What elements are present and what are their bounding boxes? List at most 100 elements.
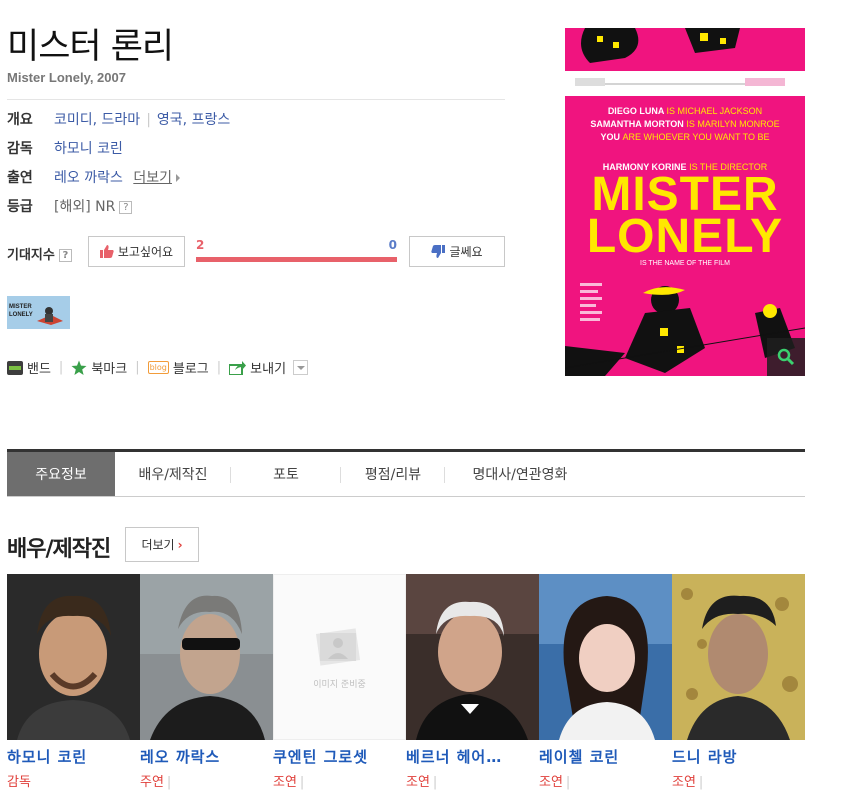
person-role: 조연 (539, 775, 563, 790)
movie-subtitle: Mister Lonely, 2007 (7, 70, 126, 85)
person-name[interactable]: 레이첼 코린 (539, 746, 672, 767)
poster-title-2: LONELY (586, 210, 784, 263)
person-photo[interactable] (539, 574, 672, 740)
expectation-label: 기대지수 (7, 248, 55, 263)
band-icon (7, 360, 23, 375)
person-photo-placeholder[interactable]: 이미지 준비중 (273, 574, 406, 740)
separator: | (565, 775, 571, 790)
person-role: 조연 (406, 775, 430, 790)
cast-card[interactable]: 레이첼 코린 조연 | (539, 574, 672, 790)
separator: | (698, 775, 704, 790)
tab-main-info[interactable]: 주요정보 (7, 452, 115, 496)
separator: | (58, 360, 64, 375)
genre-link[interactable]: 코미디, 드라마 (54, 112, 140, 128)
thumbs-down-icon (431, 245, 446, 258)
tab-reviews[interactable]: 평점/리뷰 (341, 452, 445, 496)
dislike-label: 글쎄요 (449, 245, 483, 259)
person-role: 조연 (273, 775, 297, 790)
band-label: 밴드 (27, 362, 51, 377)
bookmark-label: 북마크 (91, 362, 128, 377)
overview-label: 개요 (7, 112, 33, 128)
poster-thumbnail[interactable]: MISTER LONELY (7, 291, 70, 335)
want-bar-fill (196, 257, 397, 262)
placeholder-text: 이미지 준비중 (313, 680, 366, 690)
tab-cast-crew[interactable]: 배우/제작진 (115, 452, 231, 496)
cast-link[interactable]: 레오 까락스 (54, 170, 123, 186)
person-role-row: 주연 | (140, 771, 273, 790)
separator: | (216, 360, 222, 375)
movie-title: 미스터 론리 (7, 27, 174, 67)
director-link[interactable]: 하모니 코린 (54, 141, 123, 157)
cast-card[interactable]: 베르너 헤어… 조연 | (406, 574, 539, 790)
help-icon[interactable]: ? (58, 249, 72, 262)
person-role-row: 조연 | (539, 771, 672, 790)
person-role-row: 조연 | (672, 771, 805, 790)
cast-card[interactable]: 레오 까락스 주연 | (140, 574, 273, 790)
person-name[interactable]: 쿠엔틴 그로셋 (273, 746, 406, 767)
thumbs-up-icon (99, 245, 114, 258)
person-photo[interactable] (7, 574, 140, 740)
blog-share[interactable]: blog 블로그 (147, 358, 209, 377)
zoom-button[interactable] (767, 338, 805, 376)
person-name[interactable]: 드니 라방 (672, 746, 805, 767)
poster-credit-1: DIEGO LUNA IS MICHAEL JACKSON (607, 106, 763, 116)
rating-row: 등급 [해외] NR? (7, 196, 133, 216)
director-label: 감독 (7, 141, 33, 157)
country-link[interactable]: 영국, 프랑스 (157, 112, 230, 128)
help-icon[interactable]: ? (119, 200, 133, 214)
arrow-right-icon (175, 174, 180, 182)
poster-credit-3: YOU ARE WHOEVER YOU WANT TO BE (600, 132, 770, 142)
rating-value: [해외] NR (54, 199, 116, 215)
blog-label: 블로그 (172, 362, 209, 377)
share-bar: 밴드 | 북마크 | blog 블로그 | 보내기 (7, 358, 309, 377)
section-title: 배우/제작진 (7, 537, 111, 562)
star-icon (71, 360, 87, 375)
more-button[interactable]: 더보기 › (125, 527, 199, 562)
cast-more-link[interactable]: 더보기 (133, 170, 172, 186)
send-label: 보내기 (250, 362, 287, 377)
person-role-row: 조연 | (406, 771, 539, 790)
tab-photo[interactable]: 포토 (231, 452, 341, 496)
send-share[interactable]: 보내기 (229, 358, 309, 377)
thumbnail-title: MISTER LONELY (9, 304, 33, 318)
poster-credit-2: SAMANTHA MORTON IS MARILYN MONROE (590, 119, 780, 129)
separator: | (299, 775, 305, 790)
more-label: 더보기 (141, 538, 175, 552)
share-arrow-icon (229, 360, 247, 375)
person-name[interactable]: 레오 까락스 (140, 746, 273, 767)
chevron-right-icon: › (177, 537, 183, 552)
want-to-see-label: 보고싶어요 (117, 245, 174, 259)
bookmark-share[interactable]: 북마크 (71, 358, 127, 377)
cast-card[interactable]: 이미지 준비중 쿠엔틴 그로셋 조연 | (273, 574, 406, 790)
person-photo[interactable] (140, 574, 273, 740)
cast-card[interactable]: 하모니 코린 감독 (7, 574, 140, 790)
tab-quotes-related[interactable]: 명대사/연관영화 (445, 452, 595, 496)
person-photo[interactable] (672, 574, 805, 740)
cast-label: 출연 (7, 170, 33, 186)
band-share[interactable]: 밴드 (7, 358, 51, 377)
separator: | (135, 360, 140, 375)
search-icon (777, 348, 795, 366)
person-name[interactable]: 하모니 코린 (7, 746, 140, 767)
expectation-row: 기대지수? (7, 244, 72, 263)
dislike-count: 0 (388, 238, 397, 252)
movie-poster[interactable]: DIEGO LUNA IS MICHAEL JACKSON SAMANTHA M… (565, 28, 805, 376)
separator: | (146, 112, 151, 128)
divider (7, 99, 505, 100)
expectation-bar: 2 0 (196, 238, 397, 263)
dislike-button[interactable]: 글쎄요 (409, 236, 505, 267)
overview-row: 개요 코미디, 드라마 | 영국, 프랑스 (7, 109, 230, 129)
person-photo[interactable] (406, 574, 539, 740)
want-count: 2 (196, 238, 205, 252)
separator: | (166, 775, 172, 790)
separator: | (432, 775, 438, 790)
cast-card[interactable]: 드니 라방 조연 | (672, 574, 805, 790)
want-to-see-button[interactable]: 보고싶어요 (88, 236, 185, 267)
cast-row: 출연 레오 까락스 더보기 (7, 167, 180, 187)
blog-icon: blog (147, 361, 169, 374)
person-role: 주연 (140, 775, 164, 790)
person-name[interactable]: 베르너 헤어… (406, 746, 539, 767)
dropdown-icon[interactable] (293, 360, 309, 375)
person-role: 조연 (672, 775, 696, 790)
person-role: 감독 (7, 775, 31, 790)
